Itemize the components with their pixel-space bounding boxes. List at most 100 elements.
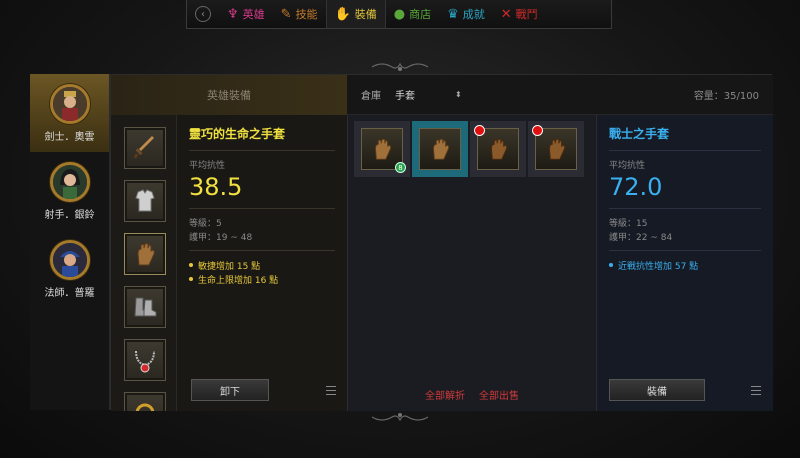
inventory-footer: 全部解折 全部出售 [348, 377, 596, 411]
compare-item-armor: 護甲：22 ~ 84 [609, 233, 673, 243]
hero-item-mage[interactable]: 法師．普羅 [30, 230, 109, 308]
bullet-icon [189, 263, 193, 267]
slot-necklace[interactable] [124, 339, 166, 381]
inventory-item-selected[interactable] [412, 121, 468, 177]
hero-item-archer[interactable]: 射手．銀鈴 [30, 152, 109, 230]
money-bag-icon: ● [393, 6, 406, 22]
category-filter-value: 手套 [395, 91, 415, 102]
stat-label: 平均抗性 [189, 161, 226, 171]
equipped-stat-value: 38.5 [189, 173, 243, 201]
tab-shop[interactable]: ● 商店 [386, 0, 439, 28]
stat-label: 平均抗性 [609, 161, 646, 171]
glove-icon [490, 138, 508, 160]
bonus-text: 生命上限增加 16 點 [198, 276, 279, 286]
inventory-header: 倉庫 手套 ⬍ 容量：35/100 [347, 75, 773, 115]
equipment-slots [111, 115, 177, 411]
hero-item-swordsman[interactable]: 劍士．奧雲 [30, 74, 109, 152]
inventory-grid: 8 全部解折 全部出售 [347, 115, 597, 411]
slot-boots[interactable] [124, 286, 166, 328]
bullet-icon [609, 263, 613, 267]
ornament-top [370, 60, 430, 74]
equipment-window: 英雄裝備 倉庫 手套 ⬍ 容量：35/100 靈巧的生命之手套 平均抗性 38.… [110, 74, 773, 411]
sell-all-button[interactable]: 全部出售 [479, 387, 519, 402]
chest-armor-icon [135, 189, 155, 212]
archer-avatar [49, 161, 90, 202]
ornament-bottom [370, 410, 430, 424]
top-navigation: ‹ ♆ 英雄 ✎ 技能 ✋ 裝備 ● 商店 ♛ 成就 ✕ 戰鬥 [186, 0, 612, 29]
tab-label: 商店 [409, 8, 432, 21]
dismantle-all-button[interactable]: 全部解折 [425, 387, 465, 402]
crossed-swords-icon: ✕ [500, 6, 512, 22]
bonus-line: 生命上限增加 16 點 [189, 273, 278, 286]
equipment-header-title: 英雄裝備 [207, 89, 251, 102]
glove-icon [548, 138, 566, 160]
new-item-badge [532, 125, 543, 136]
hero-name: 射手．銀鈴 [44, 209, 95, 221]
bonus-line: 近戰抗性增加 57 點 [609, 259, 698, 272]
tab-label: 英雄 [242, 8, 265, 21]
back-icon[interactable]: ‹ [195, 6, 211, 22]
swordsman-avatar [49, 83, 90, 124]
sort-arrows-icon: ⬍ [455, 90, 462, 99]
hero-sidebar: 劍士．奧雲 射手．銀鈴 法師．普羅 [30, 74, 110, 410]
tab-achievement[interactable]: ♛ 成就 [439, 0, 493, 28]
menu-icon[interactable] [751, 386, 761, 395]
compare-item-level: 等級：15 [609, 219, 648, 229]
boots-icon [134, 297, 157, 317]
warehouse-label: 倉庫 [361, 91, 381, 102]
inventory-item[interactable] [470, 121, 526, 177]
divider [189, 150, 335, 151]
tab-label: 成就 [462, 8, 485, 21]
compare-item-panel: 戰士之手套 平均抗性 72.0 等級：15 護甲：22 ~ 84 近戰抗性增加 … [597, 115, 773, 411]
compare-stat-value: 72.0 [609, 173, 663, 201]
tab-battle[interactable]: ✕ 戰鬥 [493, 0, 546, 28]
compare-item-name: 戰士之手套 [609, 127, 670, 141]
hero-name: 劍士．奧雲 [44, 131, 95, 143]
new-item-badge [474, 125, 485, 136]
sword-icon [133, 136, 154, 159]
mage-avatar [49, 239, 90, 280]
equip-button[interactable]: 裝備 [609, 379, 705, 401]
tab-label: 技能 [295, 8, 318, 21]
tab-equipment[interactable]: ✋ 裝備 [325, 0, 386, 28]
inventory-capacity: 容量：35/100 [693, 91, 759, 102]
item-frame [474, 125, 519, 170]
slot-weapon[interactable] [124, 127, 166, 169]
item-frame: 8 [361, 128, 406, 173]
divider [189, 208, 335, 209]
divider [189, 250, 335, 251]
bonus-text: 敏捷增加 15 點 [198, 262, 261, 272]
tab-skill[interactable]: ✎ 技能 [273, 0, 326, 28]
bonus-line: 敏捷增加 15 點 [189, 259, 260, 272]
inventory-item[interactable] [528, 121, 584, 177]
slot-ring[interactable] [124, 392, 166, 411]
hero-icon: ♆ [227, 6, 239, 22]
slot-armor[interactable] [124, 180, 166, 222]
inventory-item[interactable]: 8 [354, 121, 410, 177]
category-filter-select[interactable]: 手套 ⬍ [395, 87, 462, 102]
item-frame [532, 125, 577, 170]
tab-label: 裝備 [354, 8, 377, 21]
necklace-icon [135, 350, 155, 373]
item-count-badge: 8 [395, 162, 406, 173]
trophy-icon: ♛ [447, 6, 459, 22]
hero-name: 法師．普羅 [44, 287, 95, 299]
tab-hero[interactable]: ♆ 英雄 [219, 0, 273, 28]
glove-icon [137, 243, 155, 266]
glove-icon [432, 138, 450, 160]
menu-icon[interactable] [326, 386, 336, 395]
ring-icon [135, 403, 155, 411]
glove-icon: ✋ [334, 6, 351, 22]
equipment-header: 英雄裝備 [111, 75, 347, 115]
scroll-icon: ✎ [280, 6, 292, 22]
equipped-item-armor: 護甲：19 ~ 48 [189, 233, 253, 243]
unequip-button[interactable]: 卸下 [191, 379, 269, 401]
equipped-item-level: 等級：5 [189, 219, 222, 229]
divider [609, 208, 761, 209]
bullet-icon [189, 277, 193, 281]
slot-gloves[interactable] [124, 233, 166, 275]
item-frame [419, 128, 461, 170]
bonus-text: 近戰抗性增加 57 點 [618, 262, 699, 272]
divider [609, 150, 761, 151]
divider [609, 250, 761, 251]
